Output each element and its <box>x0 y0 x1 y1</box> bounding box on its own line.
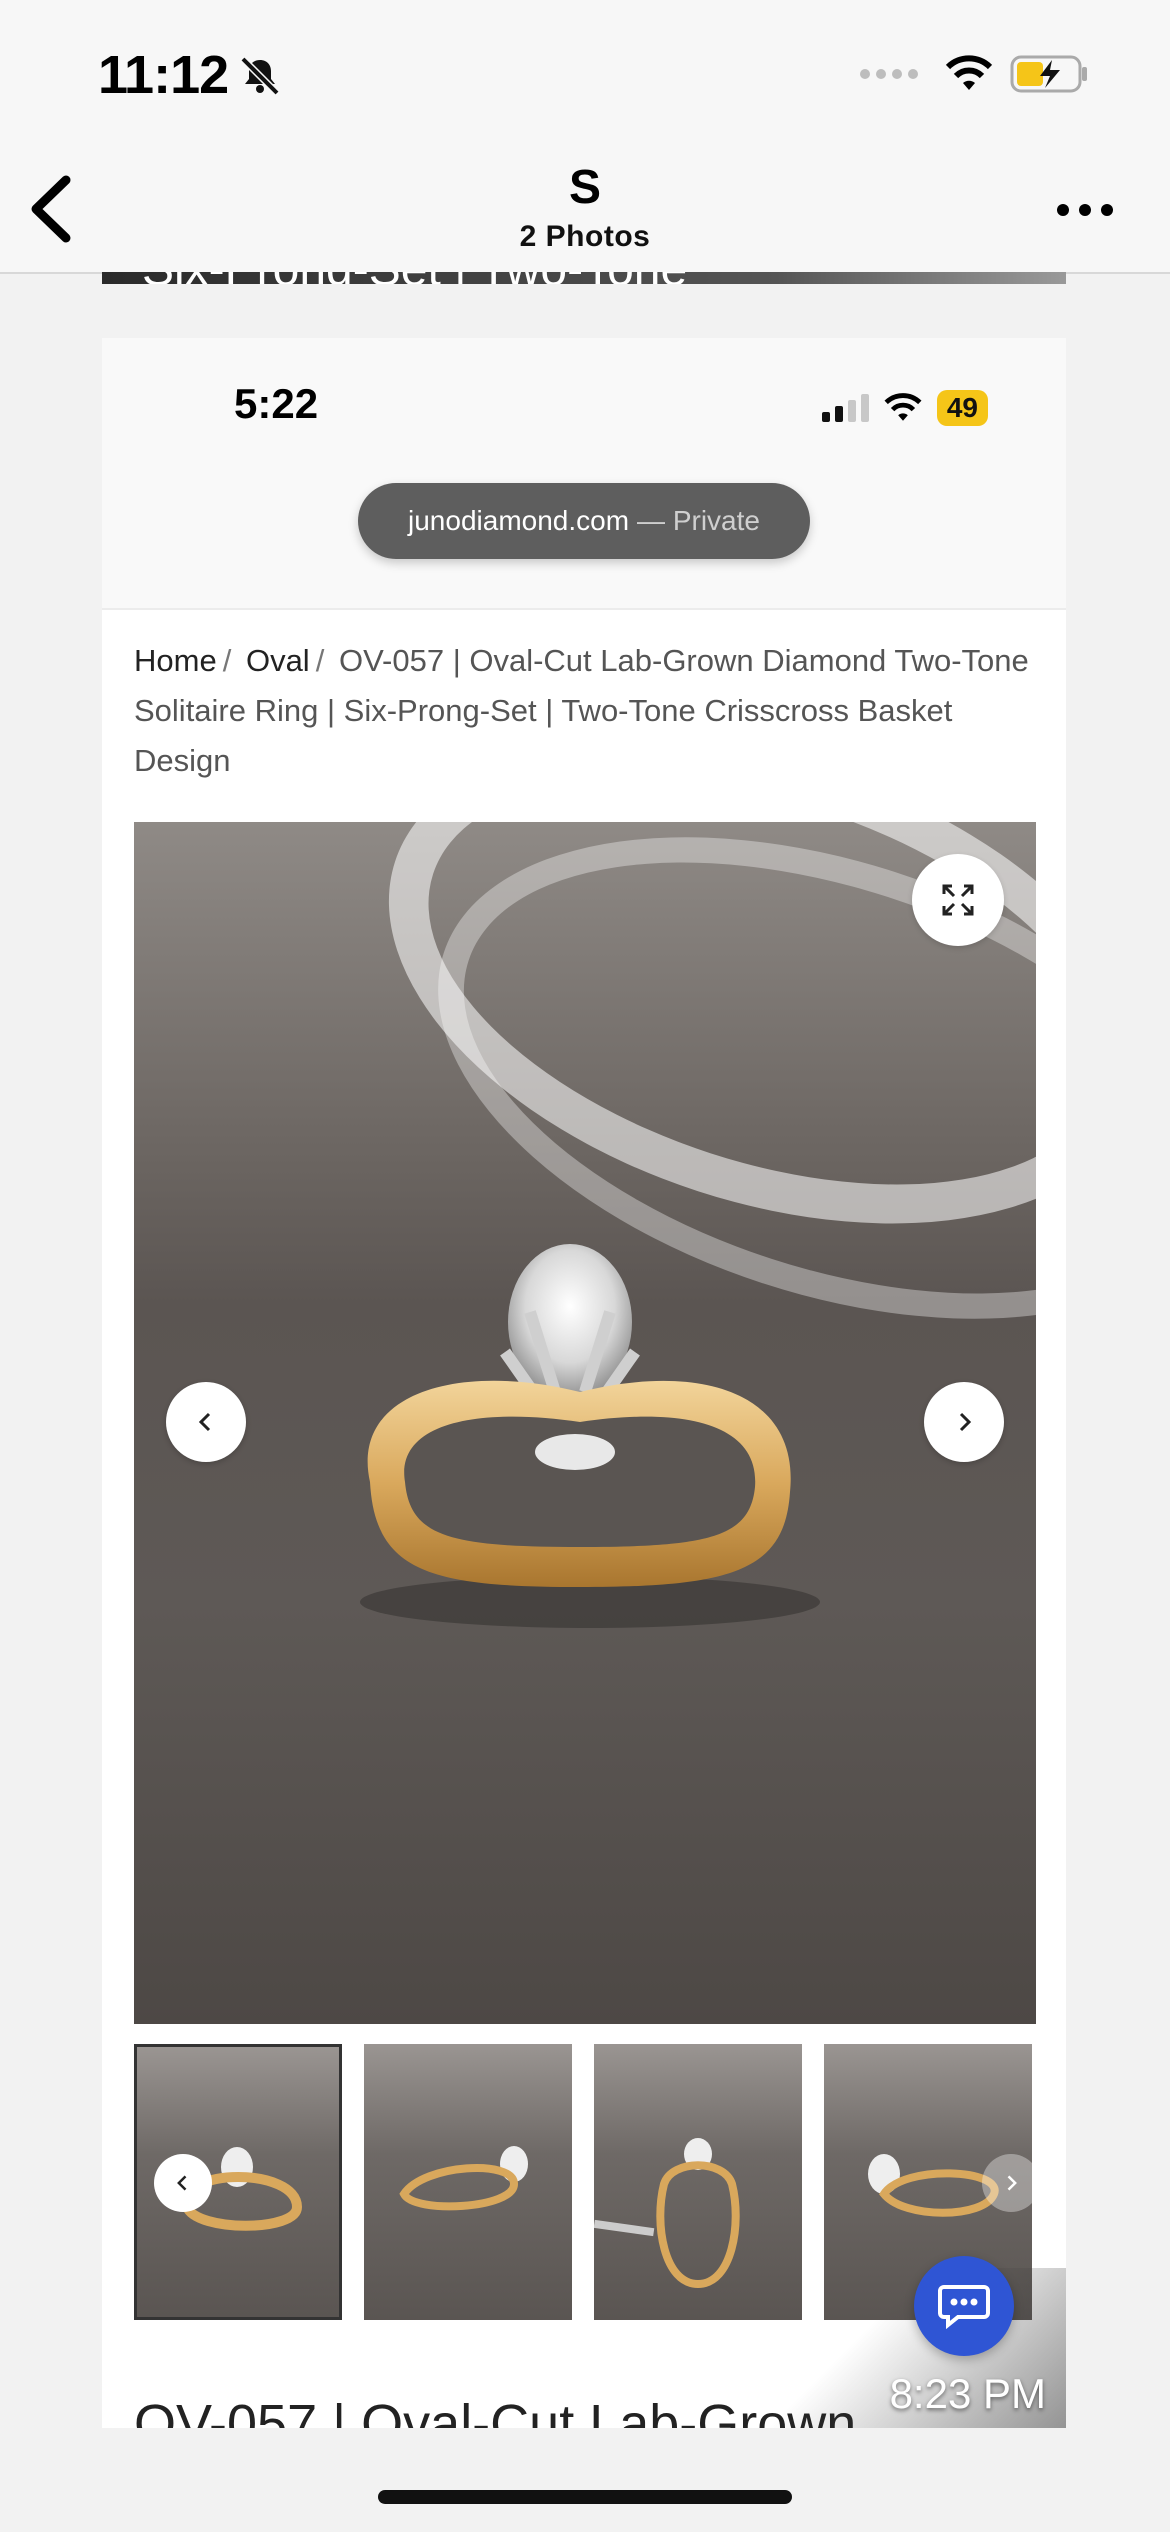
breadcrumb: Home / Oval / OV-057 | Oval-Cut Lab-Grown … <box>134 636 1034 786</box>
chevron-left-icon <box>177 2175 187 2191</box>
photo-timestamp: 8:23 PM <box>889 2370 1046 2417</box>
chat-button[interactable] <box>914 2256 1014 2356</box>
breadcrumb-oval[interactable]: Oval <box>246 643 310 678</box>
home-indicator[interactable] <box>378 2490 792 2504</box>
photos-nav-bar: S 2 Photos <box>0 150 1170 274</box>
photo-count: 2 Photos <box>519 220 651 253</box>
album-title: S <box>568 161 601 214</box>
chat-bubble-icon <box>938 2285 990 2329</box>
thumbnail-prev-button[interactable] <box>154 2154 212 2212</box>
image-next-button[interactable] <box>924 1382 1004 1462</box>
url-pill[interactable]: junodiamond.com — Private <box>358 483 810 559</box>
product-title: OV-057 | Oval-Cut Lab-Grown <box>134 2394 857 2428</box>
bell-muted-icon <box>240 56 280 96</box>
thumbnail[interactable] <box>364 2044 572 2320</box>
system-status-bar: 11:12 <box>0 0 1170 150</box>
chevron-left-icon <box>198 1412 211 1432</box>
inner-cellular-icon <box>821 394 869 422</box>
inner-status-time: 5:22 <box>234 380 319 427</box>
expand-arrows-icon <box>942 884 974 916</box>
status-time: 11:12 <box>98 45 229 105</box>
thumbnail-next-button[interactable] <box>982 2154 1036 2212</box>
expand-image-button[interactable] <box>912 854 1004 946</box>
inner-battery-level: 49 <box>936 390 988 426</box>
previous-photo-text: Six-Prong-Set | Two-Tone <box>142 272 687 284</box>
more-ellipsis-icon[interactable] <box>1055 200 1115 220</box>
breadcrumb-separator: / <box>315 643 325 678</box>
url-domain: junodiamond.com <box>408 505 630 536</box>
image-prev-button[interactable] <box>166 1382 246 1462</box>
product-main-image[interactable] <box>134 822 1036 2024</box>
cellular-signal-icon <box>860 69 918 79</box>
breadcrumb-separator: / <box>222 643 232 678</box>
chevron-right-icon <box>959 1412 972 1432</box>
chevron-right-icon <box>1007 2175 1017 2191</box>
inner-status-bar: 5:22 49 junodiamond.com — Private <box>102 338 1066 610</box>
wifi-icon <box>945 55 993 90</box>
url-private-label: — Private <box>637 505 760 536</box>
ring-image <box>360 1244 820 1628</box>
breadcrumb-home[interactable]: Home <box>134 643 217 678</box>
thumbnail-ring-image <box>399 2146 528 2211</box>
screenshot-photo[interactable]: 5:22 49 junodiamond.com — Private Home / … <box>102 338 1066 2428</box>
battery-charging-icon <box>1010 55 1087 93</box>
inner-wifi-icon <box>884 393 922 421</box>
previous-photo-edge: Six-Prong-Set | Two-Tone <box>102 272 1066 284</box>
